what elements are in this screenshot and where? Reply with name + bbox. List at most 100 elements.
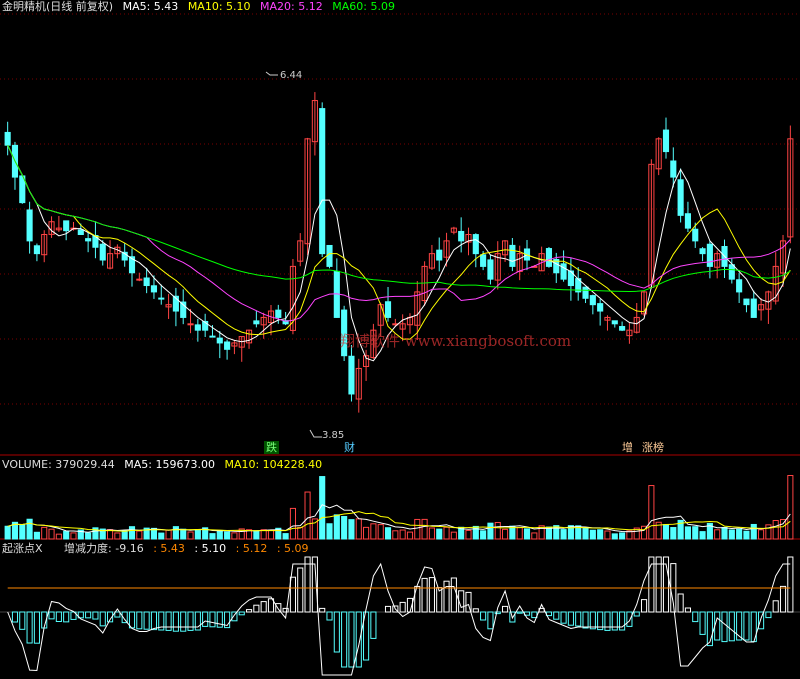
candle-body [348, 355, 355, 395]
candle-body [677, 179, 684, 216]
volume-bar [363, 526, 370, 540]
indicator-bar [180, 611, 187, 632]
volume-bar [216, 529, 223, 540]
indicator-bar [399, 601, 406, 613]
volume-bar [597, 529, 604, 540]
indicator-bar [165, 611, 172, 631]
ma10-value: MA10: 5.10 [187, 0, 251, 13]
volume-bar [70, 532, 77, 540]
indicator-bar [19, 611, 26, 630]
candle-body [706, 243, 713, 267]
event-tag-2[interactable]: 财 [342, 441, 357, 454]
volume-bar [414, 518, 421, 540]
indicator-bar [472, 608, 479, 613]
volume-bar [494, 522, 501, 540]
volume-bar [136, 530, 143, 540]
volume-bar [692, 526, 699, 540]
indicator-bar [370, 611, 377, 639]
candle-body [384, 301, 392, 318]
candle-body [275, 309, 282, 318]
candle-body [326, 244, 333, 267]
candle-body [560, 263, 567, 280]
indicator-bar [253, 604, 260, 613]
indicator-bar [245, 609, 253, 613]
indicator-bar [684, 607, 691, 613]
candle-body [589, 295, 596, 306]
indicator-bar [502, 605, 509, 613]
indicator-bar [26, 611, 33, 644]
indicator-bar [428, 577, 435, 613]
candle-body [472, 234, 479, 255]
indicator-bar [326, 611, 333, 621]
ma5-value: MA5: 5.43 [122, 0, 179, 13]
event-tag-4[interactable]: 涨榜 [640, 441, 666, 454]
candle-body [458, 230, 465, 242]
candle-body [85, 238, 92, 242]
volume-bar [787, 475, 794, 540]
volume-bar [487, 522, 494, 540]
candle-body [736, 279, 743, 293]
candle-body [216, 337, 223, 344]
volume-bar [728, 529, 735, 540]
volume-bar [326, 523, 333, 540]
indicator-bar [787, 556, 794, 613]
candle-body [4, 131, 11, 146]
indicator-bar [238, 611, 245, 616]
indicator-bar [384, 605, 392, 613]
candle-body [136, 278, 143, 281]
volume-bar [392, 530, 399, 540]
indicator-bar [63, 611, 70, 623]
volume-bar [348, 519, 355, 540]
indicator-bar [575, 611, 582, 627]
volume-bar [341, 516, 348, 540]
candle-body [187, 323, 194, 326]
ma20-value: MA20: 5.12 [260, 0, 323, 13]
volume-bar [55, 533, 62, 540]
volume-bar [582, 527, 589, 540]
indicator-bar [721, 611, 728, 643]
volume-bar [172, 526, 179, 540]
event-tag-3[interactable]: 增 [620, 441, 635, 454]
indicator-bar [450, 577, 457, 613]
volume-bar [231, 532, 238, 540]
indicator-bar [114, 611, 121, 618]
volume-bar [516, 527, 523, 540]
volume-bar [85, 532, 92, 540]
volume-bar [114, 532, 121, 540]
candle-body [253, 320, 260, 325]
stock-chart: 金明精机(日线 前复权) MA5: 5.43 MA10: 5.10 MA20: … [0, 0, 800, 679]
candle-body [77, 229, 84, 235]
volume-bar [611, 533, 618, 540]
indicator-bar [421, 577, 428, 613]
indicator-bar [48, 611, 55, 620]
indicator-bar [640, 599, 648, 613]
candle-body [487, 259, 494, 280]
indicator-bar [728, 611, 735, 642]
volume-bar [648, 485, 655, 540]
volume-bar [465, 529, 472, 540]
indicator-bar [714, 611, 721, 641]
candle-body [480, 254, 487, 267]
volume-bar [502, 528, 509, 540]
volume-bar [736, 528, 743, 540]
volume-bar [333, 514, 340, 540]
low-annotation: 3.85 [322, 430, 345, 441]
watermark: 翔博软件 www.xiangbosoft.com [340, 332, 572, 350]
indicator-bar [333, 611, 340, 653]
volume-bar [765, 524, 772, 540]
volume-bar [19, 524, 26, 540]
indicator-bar [487, 611, 494, 630]
volume-bar [370, 523, 377, 540]
volume-bar [384, 527, 392, 540]
indicator-line [7, 562, 791, 676]
candle-body [33, 245, 40, 255]
volume-bar [4, 525, 11, 540]
volume-bar [158, 532, 165, 540]
event-tag-1[interactable]: 跌 [264, 441, 279, 454]
indicator-bar [553, 611, 560, 620]
volume-bar [619, 532, 626, 540]
indicator-bar [11, 611, 19, 623]
volume-bar [121, 530, 128, 540]
volume-bar [714, 529, 721, 540]
candle-body [619, 326, 626, 331]
